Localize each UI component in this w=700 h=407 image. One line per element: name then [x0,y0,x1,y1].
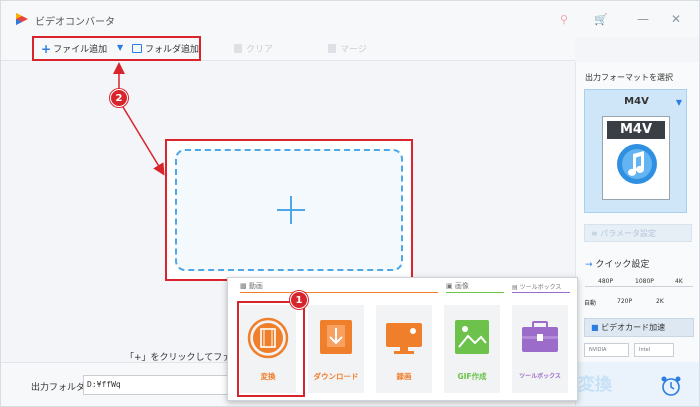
toolbox-section-icon: ▤ [512,284,520,291]
section-video-label: ▩ 動画 [240,281,263,291]
video-section-icon: ▩ [240,282,249,290]
parameter-settings-label: パラメータ設定 [600,229,657,238]
section-image-text: 画像 [454,282,469,290]
settings-sliders-icon: ≡ [591,229,601,238]
add-plus-icon-vertical [290,196,292,224]
download-icon [320,320,352,354]
gpu-acceleration-button[interactable]: ■ ビデオカード加速 [584,318,694,337]
section-image-label: ▣ 画像 [446,281,469,291]
tool-toolbox[interactable]: ツールボックス [512,305,568,393]
image-icon [455,320,489,354]
quality-slider[interactable] [585,286,693,287]
itunes-note-icon [617,144,657,184]
clear-label: クリア [246,45,274,55]
clear-button[interactable]: クリア [234,42,273,55]
quality-auto[interactable]: 自動 [584,298,596,307]
cart-icon[interactable]: 🛒 [594,13,608,26]
drop-zone-highlight [165,139,413,281]
m4v-file-icon: M4V [602,116,670,200]
m4v-icon-label: M4V [607,121,665,139]
convert-bar: 変換 [576,362,699,406]
section-toolbox-text: ツールボックス [519,284,562,291]
toolbar-highlight-box [32,36,201,61]
tool-gif-maker[interactable]: GIF作成 [444,305,500,393]
intel-badge: Intel [634,343,674,357]
format-name: M4V [624,96,649,107]
gpu-chip-icon: ■ [591,323,602,332]
section-video-text: 動画 [248,282,263,290]
nvidia-badge: NVIDIA [584,343,629,357]
tool-record-label: 録画 [396,372,412,381]
quality-480p[interactable]: 480P [598,278,613,285]
format-title: 出力フォーマットを選択 [585,73,673,82]
section-toolbox-label: ▤ ツールボックス [512,282,561,291]
screen-record-icon [386,323,422,354]
app-window: ビデオコンバータ ⚲ 🛒 — ✕ + ファイル追加 ▼ フォルダ追加 クリア マー… [0,0,700,407]
drop-zone[interactable] [175,149,403,271]
quality-1080p[interactable]: 1080P [635,278,654,285]
output-folder-field[interactable]: D:¥ffWq [83,375,233,395]
format-selector[interactable]: M4V ▼ M4V [584,89,687,213]
tool-download-label: ダウンロード [313,372,359,381]
gpu-acceleration-label: ビデオカード加速 [601,323,666,332]
caret-down-icon: ▼ [675,98,682,107]
image-section-icon: ▣ [446,282,455,290]
step-2-badge: 2 [110,89,128,107]
quick-settings-icon: → [585,260,593,270]
app-logo-icon [16,13,28,25]
section-toolbox-divider [512,292,570,293]
quality-720p[interactable]: 720P [617,298,632,305]
close-icon[interactable]: ✕ [671,12,681,26]
minimize-icon[interactable]: — [637,12,649,26]
merge-label: マージ [340,45,367,55]
step-1-badge: 1 [290,291,308,309]
section-video-divider [240,292,438,293]
merge-button[interactable]: マージ [328,42,367,55]
tool-toolbox-label: ツールボックス [519,373,561,380]
alarm-clock-icon[interactable] [654,372,688,400]
quality-4k[interactable]: 4K [675,278,683,285]
right-panel: 出力フォーマットを選択 M4V ▼ M4V ≡ パラメータ設定 → クイック設定… [575,62,699,406]
quick-settings-label: クイック設定 [595,260,650,270]
merge-icon [328,44,336,53]
convert-highlight-box [237,301,305,397]
convert-all-button[interactable]: 変換 [578,370,612,395]
tool-download[interactable]: ダウンロード [308,305,364,393]
tool-record[interactable]: 録画 [376,305,432,393]
app-title: ビデオコンバータ [35,17,115,28]
title-bar: ビデオコンバータ ⚲ 🛒 — ✕ [1,1,699,37]
parameter-settings-button[interactable]: ≡ パラメータ設定 [584,224,692,242]
key-icon[interactable]: ⚲ [560,13,568,26]
section-image-divider [446,292,504,293]
toolbox-icon [522,321,558,352]
quick-settings-title: → クイック設定 [585,257,649,270]
quality-2k[interactable]: 2K [656,298,664,305]
trash-icon [234,44,242,53]
tool-gif-maker-label: GIF作成 [457,372,487,381]
